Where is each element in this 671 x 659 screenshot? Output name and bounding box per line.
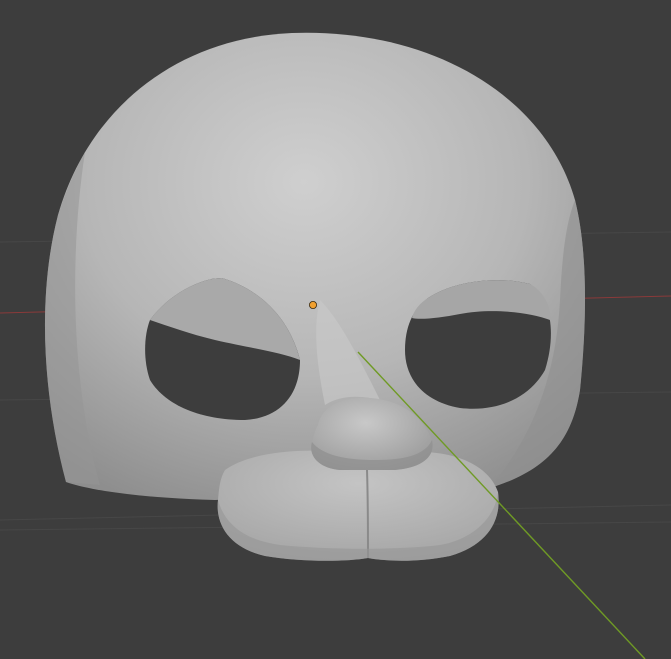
- mask-model[interactable]: [44, 32, 586, 561]
- mask-head-shell[interactable]: [44, 32, 586, 500]
- viewport-canvas[interactable]: [0, 0, 671, 659]
- object-origin-dot[interactable]: [308, 300, 317, 309]
- muzzle-center-crease: [366, 469, 369, 559]
- 3d-viewport[interactable]: [0, 0, 671, 659]
